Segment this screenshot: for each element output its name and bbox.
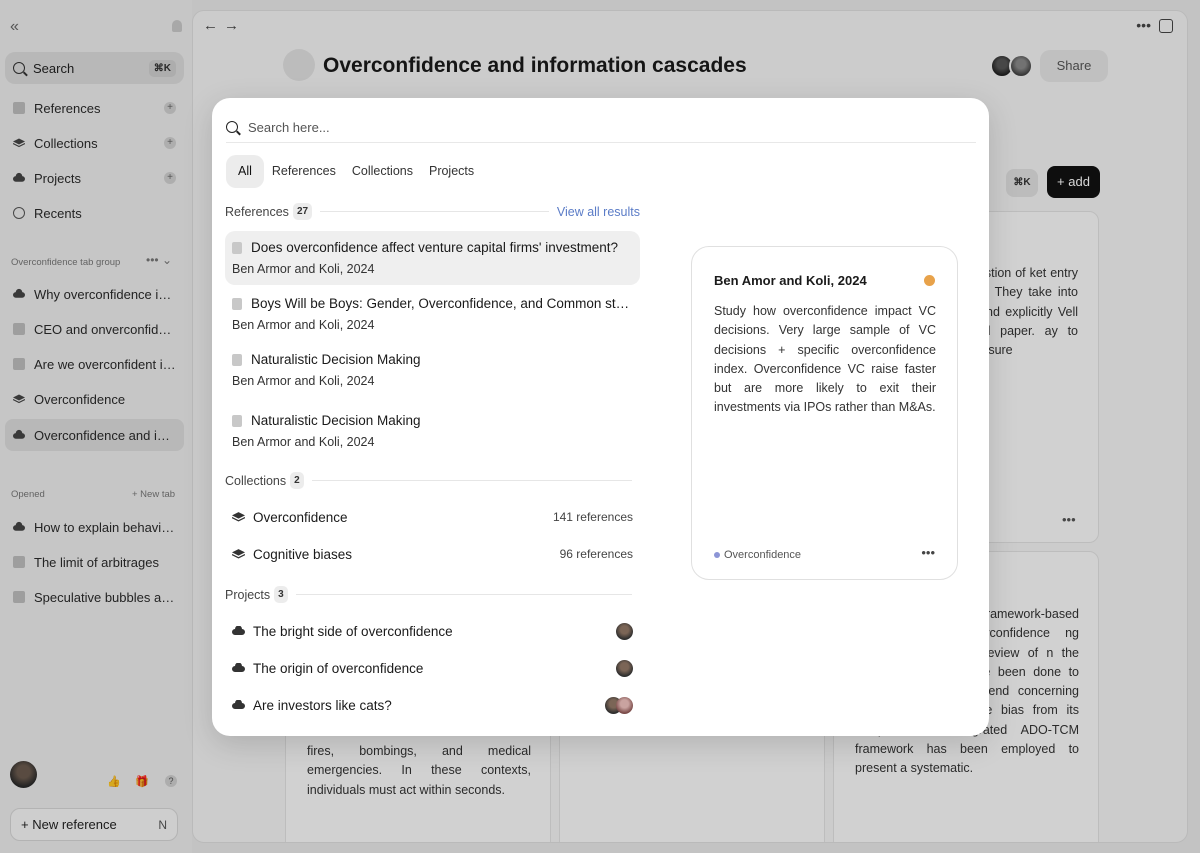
collection-result[interactable]: Overconfidence 141 references: [225, 502, 640, 532]
cloud-icon: [232, 700, 245, 709]
divider: [226, 142, 976, 143]
search-modal: All References Collections Projects Refe…: [212, 98, 989, 736]
reference-title: Naturalistic Decision Making: [251, 352, 421, 367]
modal-search-bar: [226, 112, 976, 142]
tab-references[interactable]: References: [260, 155, 348, 188]
tab-all[interactable]: All: [226, 155, 264, 188]
avatar: [616, 659, 633, 677]
collection-count: 141 references: [552, 510, 633, 524]
preview-card[interactable]: Ben Amor and Koli, 2024 Study how overco…: [691, 246, 958, 580]
view-all-results-link[interactable]: View all results: [557, 205, 640, 219]
status-dot-icon: [924, 275, 935, 286]
reference-title: Does overconfidence affect venture capit…: [251, 240, 619, 255]
projects-header: Projects 3: [225, 586, 640, 603]
project-title: Are investors like cats?: [253, 697, 392, 713]
preview-more-icon[interactable]: •••: [921, 545, 935, 560]
divider: [311, 480, 632, 481]
group-label: References: [225, 204, 289, 219]
project-title: The origin of overconfidence: [253, 660, 424, 676]
document-icon: [232, 241, 242, 254]
group-count: 2: [290, 472, 304, 489]
avatar: [616, 622, 633, 640]
filter-tabs: All References Collections Projects: [226, 155, 478, 188]
project-result[interactable]: Are investors like cats?: [225, 690, 640, 720]
collection-title: Cognitive biases: [253, 546, 353, 562]
preview-tag[interactable]: Overconfidence: [714, 549, 801, 561]
group-label: Projects: [225, 587, 271, 602]
reference-authors: Ben Armor and Koli, 2024: [232, 262, 375, 276]
stack-icon: [232, 549, 245, 559]
document-icon: [232, 353, 242, 366]
reference-result[interactable]: Does overconfidence affect venture capit…: [225, 231, 640, 285]
project-result[interactable]: The origin of overconfidence: [225, 653, 640, 683]
search-input[interactable]: [248, 119, 748, 135]
reference-title: Naturalistic Decision Making: [251, 413, 421, 428]
document-icon: [232, 297, 242, 310]
tab-collections[interactable]: Collections: [340, 155, 425, 188]
reference-result[interactable]: Naturalistic Decision Making Ben Armor a…: [225, 404, 640, 458]
cloud-icon: [232, 626, 245, 635]
tab-projects[interactable]: Projects: [417, 155, 486, 188]
preview-tag-label: Overconfidence: [724, 549, 802, 561]
reference-authors: Ben Armor and Koli, 2024: [232, 318, 375, 332]
reference-result[interactable]: Naturalistic Decision Making Ben Armor a…: [225, 343, 640, 397]
document-icon: [232, 414, 242, 427]
search-icon: [226, 121, 238, 133]
group-label: Collections: [225, 473, 287, 488]
group-count: 3: [274, 586, 288, 603]
reference-authors: Ben Armor and Koli, 2024: [232, 435, 375, 449]
project-result[interactable]: The bright side of overconfidence: [225, 616, 640, 646]
group-count: 27: [292, 203, 313, 220]
collection-title: Overconfidence: [253, 509, 348, 525]
collections-header: Collections 2: [225, 472, 640, 489]
reference-title: Boys Will be Boys: Gender, Overconfidenc…: [251, 296, 633, 311]
divider: [295, 594, 632, 595]
collection-result[interactable]: Cognitive biases 96 references: [225, 539, 640, 569]
references-header: References 27 View all results: [225, 203, 640, 220]
project-title: The bright side of overconfidence: [253, 623, 453, 639]
stack-icon: [232, 512, 245, 522]
reference-result[interactable]: Boys Will be Boys: Gender, Overconfidenc…: [225, 287, 640, 341]
preview-title: Ben Amor and Koli, 2024: [714, 273, 867, 288]
preview-body: Study how overconfidence impact VC decis…: [714, 304, 936, 415]
divider: [320, 211, 549, 212]
avatar: [616, 696, 633, 714]
collection-count: 96 references: [559, 547, 633, 561]
tag-dot-icon: [714, 552, 720, 558]
reference-authors: Ben Armor and Koli, 2024: [232, 374, 375, 388]
cloud-icon: [232, 663, 245, 672]
